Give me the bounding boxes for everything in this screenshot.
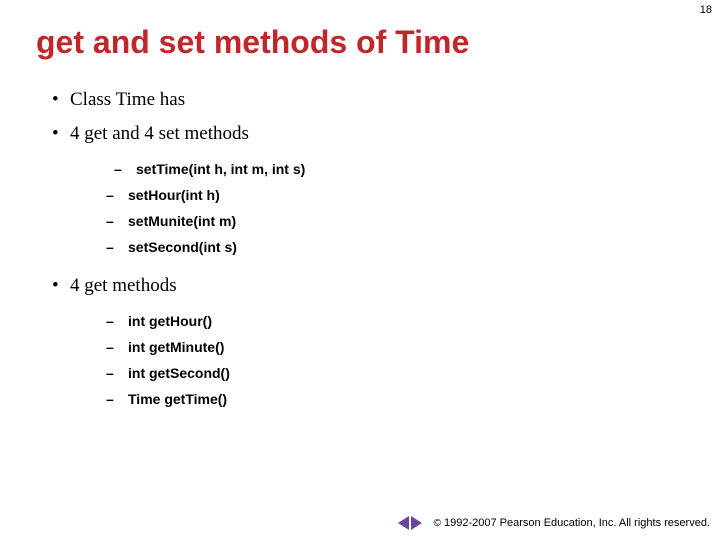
bullet-marker: •	[52, 89, 70, 111]
bullet-marker: •	[52, 275, 70, 297]
bullet-get-methods: • 4 get methods	[52, 275, 720, 297]
slide-footer: © 1992-2007 Pearson Education, Inc. All …	[398, 516, 710, 530]
method-signature: setSecond(int s)	[128, 239, 237, 255]
bullet-marker: •	[52, 123, 70, 145]
set-methods-list: – setTime(int h, int m, int s) – setHour…	[52, 157, 720, 275]
nav-arrows	[398, 516, 422, 530]
copyright-label: 1992-2007 Pearson Education, Inc. All ri…	[444, 517, 710, 529]
dash-marker: –	[106, 313, 128, 329]
method-signature: Time getTime()	[128, 391, 227, 407]
list-item: – setMunite(int m)	[106, 213, 720, 229]
bullet-text: 4 get methods	[70, 275, 177, 297]
page-number: 18	[700, 4, 712, 16]
list-item: – int getSecond()	[106, 365, 720, 381]
method-signature: setMunite(int m)	[128, 213, 236, 229]
method-signature: int getSecond()	[128, 365, 230, 381]
method-signature: setTime(int h, int m, int s)	[136, 161, 305, 177]
prev-slide-icon[interactable]	[398, 516, 409, 530]
bullet-get-set: • 4 get and 4 set methods	[52, 123, 720, 145]
method-signature: setHour(int h)	[128, 187, 220, 203]
slide-title: get and set methods of Time	[0, 0, 720, 61]
next-slide-icon[interactable]	[411, 516, 422, 530]
bullet-class-time: • Class Time has	[52, 89, 720, 111]
slide-content: • Class Time has • 4 get and 4 set metho…	[0, 61, 720, 427]
list-item: – setHour(int h)	[106, 187, 720, 203]
dash-marker: –	[106, 239, 128, 255]
copyright-text: © 1992-2007 Pearson Education, Inc. All …	[434, 517, 710, 529]
list-item: – int getMinute()	[106, 339, 720, 355]
dash-marker: –	[106, 213, 128, 229]
list-item: – setTime(int h, int m, int s)	[106, 161, 720, 177]
get-methods-list: – int getHour() – int getMinute() – int …	[52, 309, 720, 427]
bullet-text: 4 get and 4 set methods	[70, 123, 249, 145]
dash-marker: –	[114, 161, 136, 177]
dash-marker: –	[106, 365, 128, 381]
dash-marker: –	[106, 339, 128, 355]
method-signature: int getHour()	[128, 313, 212, 329]
method-signature: int getMinute()	[128, 339, 224, 355]
list-item: – int getHour()	[106, 313, 720, 329]
bullet-text: Class Time has	[70, 89, 185, 111]
dash-marker: –	[106, 391, 128, 407]
dash-marker: –	[106, 187, 128, 203]
list-item: – setSecond(int s)	[106, 239, 720, 255]
copyright-symbol: ©	[434, 518, 441, 529]
list-item: – Time getTime()	[106, 391, 720, 407]
